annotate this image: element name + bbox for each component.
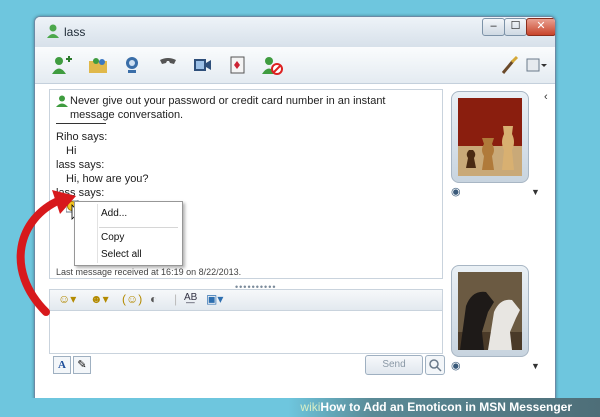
menu-item-select-all[interactable]: Select all <box>101 249 142 260</box>
menu-separator <box>99 227 178 228</box>
context-menu: Add... Copy Select all <box>74 201 183 266</box>
caption-title: How to Add an Emoticon in MSN Messenger <box>320 400 572 414</box>
menu-gutter <box>97 204 98 263</box>
menu-item-add[interactable]: Add... <box>101 208 127 219</box>
caption-bar: wikiHow to Add an Emoticon in MSN Messen… <box>0 398 600 417</box>
caption: wikiHow to Add an Emoticon in MSN Messen… <box>300 400 572 414</box>
menu-item-copy[interactable]: Copy <box>101 232 124 243</box>
brand-logo: wiki <box>300 400 321 414</box>
